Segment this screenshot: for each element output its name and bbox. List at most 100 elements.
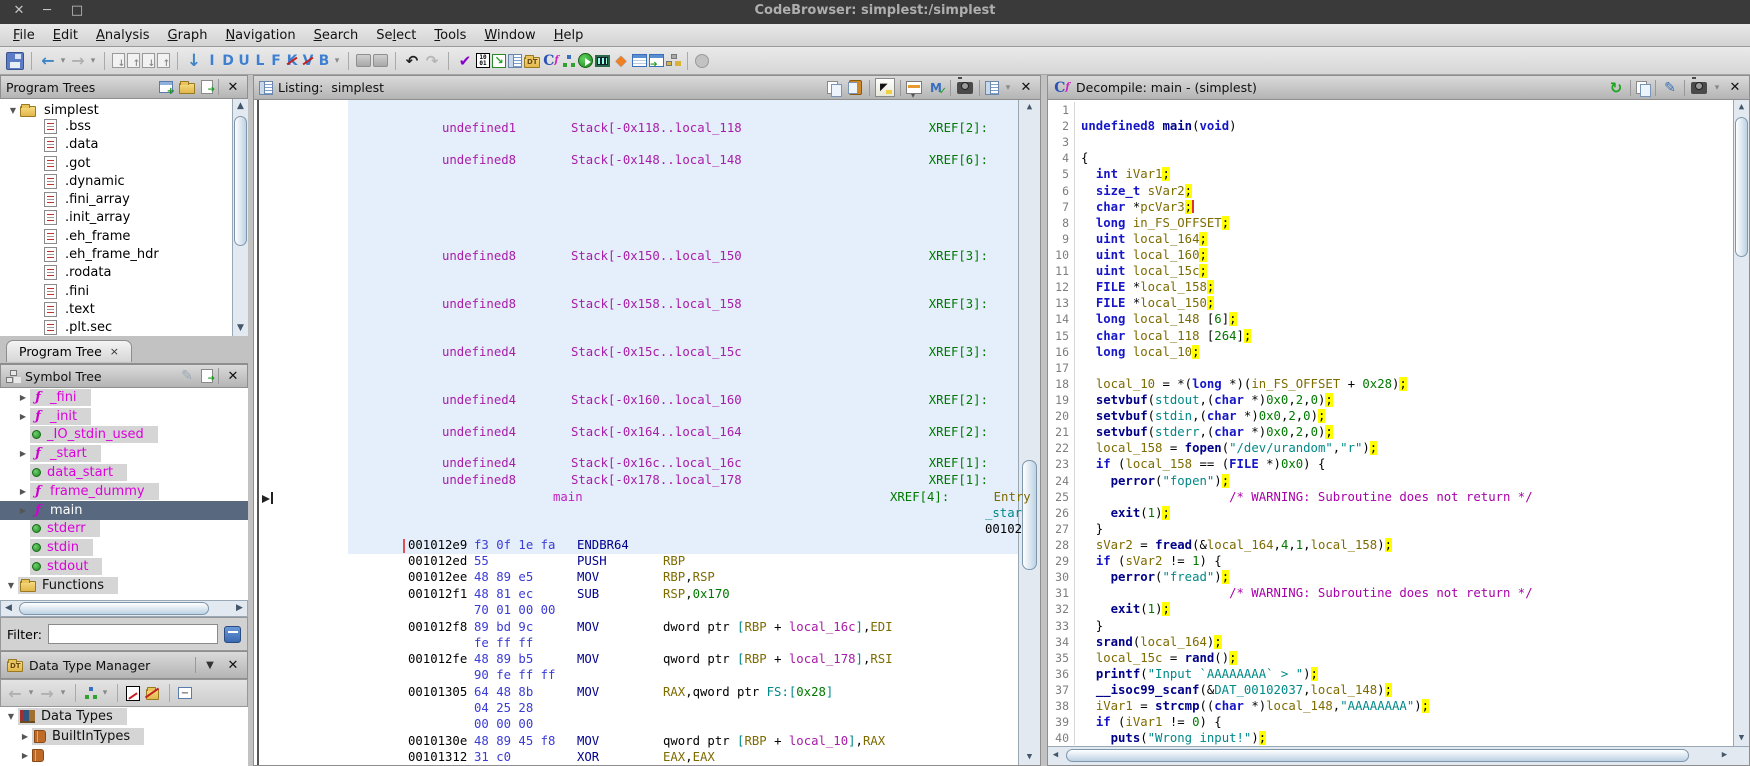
instruction-row[interactable]: 001012ee48 89 e5MOVRBP,RSP [254, 570, 1018, 586]
decompile-line-16[interactable]: 16 long local_10; [1048, 344, 1732, 360]
scroll-thumb[interactable] [19, 602, 209, 615]
decompile-line-22[interactable]: 22 local_158 = fopen("/dev/urandom","r")… [1048, 440, 1732, 456]
decompile-line-10[interactable]: 10 uint local_160; [1048, 247, 1732, 263]
decompile-line-38[interactable]: 38 iVar1 = strcmp((char *)local_148,"AAA… [1048, 698, 1732, 714]
symbol-tree-item-_init[interactable]: ▶ƒ_init [0, 407, 248, 426]
paste-icon[interactable] [849, 80, 862, 95]
decompile-line-31[interactable]: 31 /* WARNING: Subroutine does not retur… [1048, 585, 1732, 601]
tree-item-section[interactable]: .fini_array [0, 190, 248, 208]
decompile-line-34[interactable]: 34 srand(local_164); [1048, 634, 1732, 650]
instruction-row[interactable]: 0010131231 c0XOREAX,EAX [254, 750, 1018, 765]
validate-icon[interactable]: ✔ [456, 52, 474, 70]
menu-graph[interactable]: Graph [159, 26, 217, 45]
import-icon[interactable]: ↘ [492, 54, 506, 68]
expander-icon[interactable]: ▶ [18, 751, 32, 760]
tree-item-section[interactable]: .data [0, 136, 248, 154]
xref-label[interactable]: XREF[6]: [929, 153, 988, 167]
decompile-line-26[interactable]: 26 exit(1); [1048, 505, 1732, 521]
expander-icon[interactable]: ▼ [4, 712, 18, 721]
disabled-plugin-icon[interactable] [695, 54, 709, 68]
dtm-item-builtintypes[interactable]: ▶BuiltInTypes [0, 727, 248, 747]
dropdown-icon[interactable]: ▼ [201, 656, 219, 674]
tab-close-icon[interactable]: × [110, 345, 119, 358]
listing-row[interactable]: 00102 [254, 522, 1018, 538]
scroll-thumb[interactable] [1735, 117, 1748, 257]
decompiler-vscrollbar[interactable]: ▲ ▼ [1733, 100, 1749, 746]
decompile-line-2[interactable]: 2undefined8 main(void) [1048, 118, 1732, 134]
instruction-row[interactable]: 0010130e48 89 45 f8MOVqword ptr [RBP + l… [254, 734, 1018, 750]
redo-icon[interactable]: ↷ [423, 52, 441, 70]
snapshot-icon[interactable] [1691, 82, 1707, 94]
bytes-viewer-icon[interactable]: 1001 [476, 53, 490, 68]
xref-label[interactable]: XREF[2]: [929, 121, 988, 135]
close-icon[interactable]: ✕ [1017, 79, 1035, 97]
xref-label[interactable]: XREF[4]: Entry [890, 490, 1031, 504]
variable-row[interactable]: undefined4Stack[-0x15c...local_15cXREF[3… [254, 345, 1018, 361]
tree-item-section[interactable]: .fini [0, 282, 248, 300]
decompile-line-25[interactable]: 25 /* WARNING: Subroutine does not retur… [1048, 489, 1732, 505]
expander-icon[interactable]: ▶ [16, 487, 30, 496]
expander-icon[interactable]: ▶ [18, 732, 32, 741]
scroll-right-icon[interactable]: ▶ [232, 601, 247, 616]
nav-dropdown-icon[interactable]: ▾ [333, 52, 341, 70]
variable-row[interactable]: undefined8Stack[-0x158...local_158XREF[3… [254, 297, 1018, 313]
next-highlight-icon[interactable] [157, 53, 170, 68]
edit-pencil-icon[interactable]: ✎ [178, 367, 196, 385]
prev-highlight-icon[interactable] [142, 53, 155, 68]
run-script-icon[interactable] [578, 53, 593, 68]
scroll-down-icon[interactable]: ▼ [233, 321, 248, 336]
refresh-icon[interactable]: ↻ [1607, 79, 1625, 97]
back-icon[interactable]: → [6, 684, 24, 702]
close-icon[interactable]: ✕ [224, 367, 242, 385]
tree-item-section[interactable]: .dynamic [0, 172, 248, 190]
instruction-row[interactable]: 0010130564 48 8bMOVRAX,qword ptr FS:[0x2… [254, 685, 1018, 701]
decompile-line-12[interactable]: 12 FILE *local_158; [1048, 279, 1732, 295]
scroll-thumb[interactable] [234, 116, 247, 246]
scroll-thumb[interactable] [1022, 460, 1037, 570]
listing-row[interactable]: 90 fe ff ff [254, 668, 1018, 684]
decompile-line-30[interactable]: 30 perror("fread"); [1048, 569, 1732, 585]
tree-item-section[interactable]: .got [0, 154, 248, 172]
undo-icon[interactable]: ↶ [403, 52, 421, 70]
variable-row[interactable]: undefined8Stack[-0x178...local_178XREF[1… [254, 473, 1018, 489]
decompile-line-37[interactable]: 37 __isoc99_scanf(&DAT_00102037,local_14… [1048, 682, 1732, 698]
back-icon[interactable]: ← [39, 52, 57, 70]
nav-bookmark-icon[interactable]: B [317, 52, 331, 70]
back-dropdown-icon[interactable]: ▾ [27, 684, 35, 702]
decompile-line-8[interactable]: 8 long in_FS_OFFSET; [1048, 215, 1732, 231]
listing-row[interactable]: _star [254, 506, 1018, 522]
menu-window[interactable]: Window [475, 26, 544, 45]
tree-item-section[interactable]: .bss [0, 117, 248, 135]
tree-item-section[interactable]: .eh_frame [0, 227, 248, 245]
decompiler-icon[interactable]: Cf [542, 52, 560, 70]
next-bookmark-icon[interactable] [127, 53, 140, 68]
nav-non-value-icon[interactable]: V [301, 52, 315, 70]
scroll-thumb[interactable] [1066, 749, 1689, 762]
symbol-tree-item-main[interactable]: ▶ƒmain [0, 501, 248, 520]
scroll-up-icon[interactable]: ▲ [1022, 100, 1037, 115]
xref-label[interactable]: XREF[3]: [929, 249, 988, 263]
listing-body[interactable]: ▲ ▼ undefined1Stack[-0x118...local_118XR… [254, 100, 1040, 765]
tree-item-section[interactable]: .plt.sec [0, 319, 248, 336]
menu-edit[interactable]: Edit [44, 26, 87, 45]
clear-tool-icon[interactable] [356, 54, 371, 67]
instruction-row[interactable]: 001012fe48 89 b5MOVqword ptr [RBP + loca… [254, 652, 1018, 668]
decompile-line-20[interactable]: 20 setvbuf(stdin,(char *)0x0,2,0); [1048, 408, 1732, 424]
nav-label-icon[interactable]: L [253, 52, 267, 70]
symbol-tree-item-functions[interactable]: ▼Functions [0, 576, 248, 595]
tree-item-section[interactable]: .text [0, 300, 248, 318]
function-call-trees-icon[interactable] [666, 54, 680, 67]
decompile-line-18[interactable]: 18 local_10 = *(long *)(in_FS_OFFSET + 0… [1048, 376, 1732, 392]
instruction-row[interactable]: 001012f889 bd 9cMOVdword ptr [RBP + loca… [254, 620, 1018, 636]
nav-non-function-icon[interactable]: K [285, 52, 299, 70]
export-icon[interactable] [201, 369, 213, 383]
function-label[interactable]: main [553, 490, 583, 504]
filter-input[interactable] [48, 624, 218, 644]
xref-target[interactable]: Entry [994, 490, 1031, 504]
symbol-tree-item-_io_stdin_used[interactable]: _IO_stdin_used [0, 426, 248, 445]
scroll-up-icon[interactable]: ▲ [1734, 100, 1749, 115]
nav-function-icon[interactable]: F [269, 52, 283, 70]
menu-navigation[interactable]: Navigation [216, 26, 304, 45]
layout-dropdown-icon[interactable]: ▾ [101, 684, 109, 702]
decompile-line-21[interactable]: 21 setvbuf(stderr,(char *)0x0,2,0); [1048, 424, 1732, 440]
